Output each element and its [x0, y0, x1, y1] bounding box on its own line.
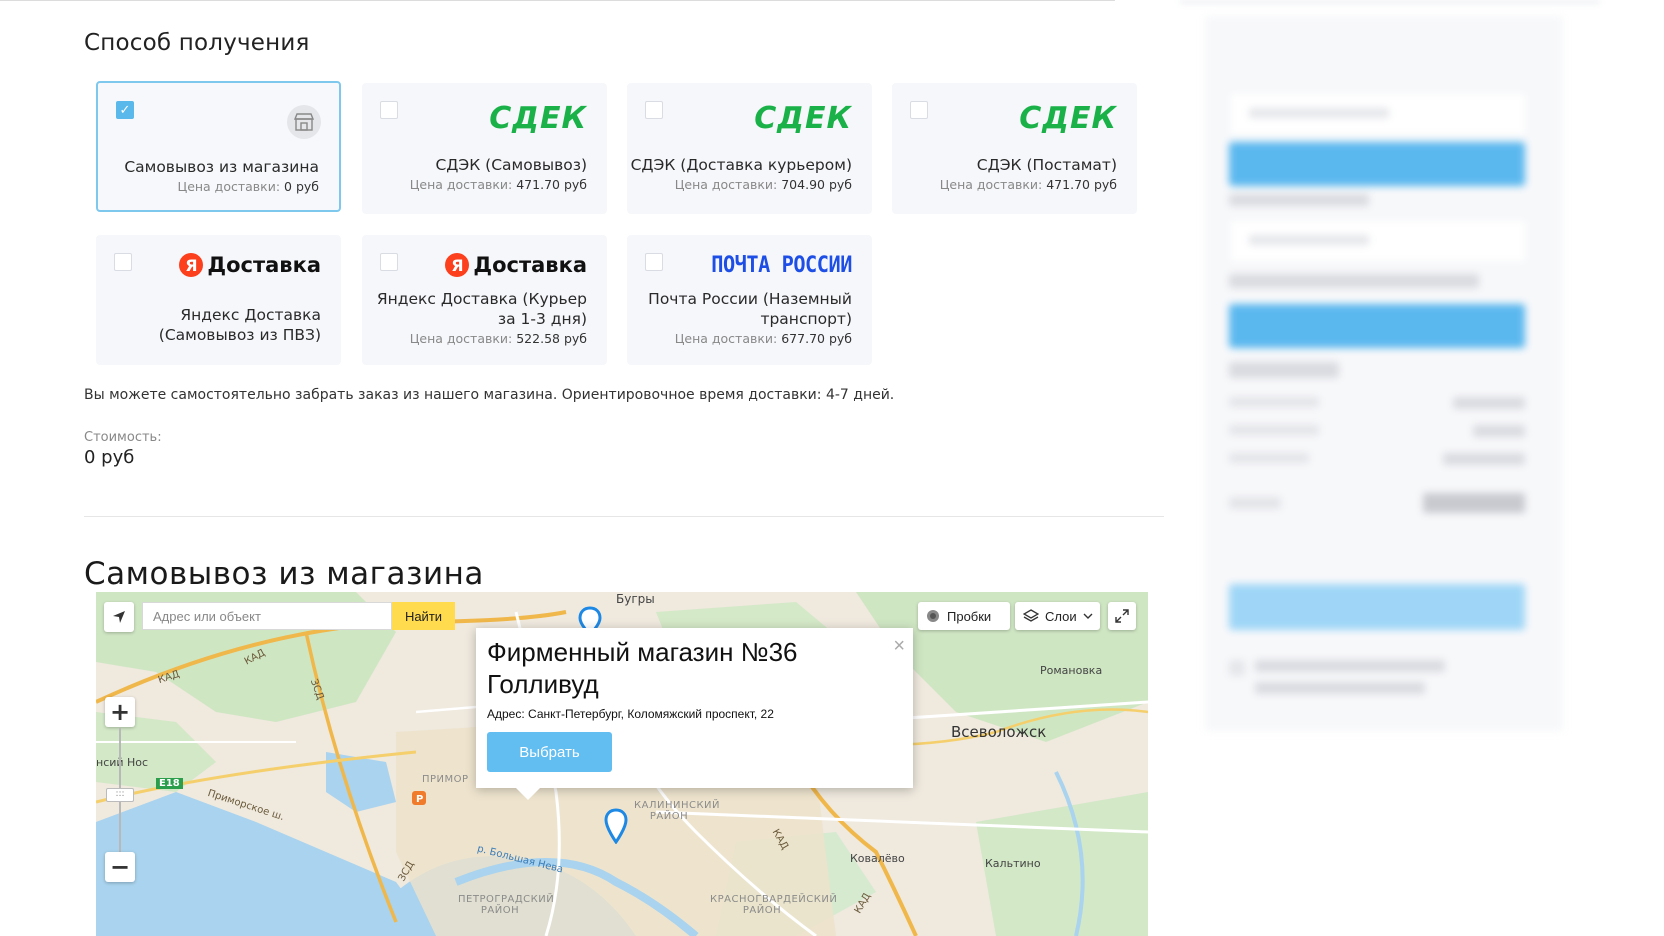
option-title: Яндекс Доставка (Курьер за 1-3 дня): [376, 290, 587, 328]
option-checkbox[interactable]: [380, 253, 398, 271]
option-title: СДЭК (Доставка курьером): [630, 156, 852, 174]
cost-label: Стоимость:: [84, 430, 162, 445]
option-checkbox[interactable]: [114, 253, 132, 271]
checkout-button: [1229, 584, 1525, 630]
expand-icon: [1115, 609, 1129, 623]
map-label-vsevolozhsk: Всеволожск: [951, 723, 1047, 741]
option-checkbox[interactable]: ✓: [116, 101, 134, 119]
chevron-down-icon: [1083, 613, 1093, 619]
map-label-kaltino: Кальтино: [985, 857, 1041, 870]
option-checkbox[interactable]: [910, 101, 928, 119]
zoom-out-button[interactable]: −: [105, 852, 135, 882]
map-label-e18: E18: [156, 778, 183, 789]
option-checkbox[interactable]: [380, 101, 398, 119]
layers-icon: [1023, 609, 1039, 622]
traffic-icon: [927, 610, 939, 622]
option-price: Цена доставки: 471.70 руб: [939, 177, 1117, 192]
delivery-option-store-pickup[interactable]: ✓ Самовывоз из магазина Цена доставки: 0…: [96, 81, 341, 212]
balloon-title: Фирменный магазин №36 Голливуд: [487, 637, 798, 699]
option-checkbox[interactable]: [645, 101, 663, 119]
option-price: Цена доставки: 677.70 руб: [674, 331, 852, 346]
pochta-logo: ПОЧТА РОССИИ: [711, 253, 852, 278]
map-label-district: КАЛИНИНСКИЙ РАЙОН: [634, 800, 721, 822]
option-price: Цена доставки: 522.58 руб: [409, 331, 587, 346]
traffic-button[interactable]: Пробки: [918, 602, 1010, 630]
option-checkbox[interactable]: [645, 253, 663, 271]
choose-store-button[interactable]: Выбрать: [487, 732, 612, 772]
layers-button[interactable]: Слои: [1015, 602, 1100, 630]
cost-value: 0 руб: [84, 447, 135, 468]
balloon-address: Адрес: Санкт-Петербург, Коломяжский прос…: [487, 707, 774, 721]
svg-text:P: P: [416, 794, 423, 805]
map-label-district: КРАСНОГВАРДЕЙСКИЙ РАЙОН: [710, 894, 838, 916]
sidebar-top-border: [1180, 0, 1600, 4]
yandex-delivery-logo: Я Доставка: [179, 253, 321, 277]
map-label-district: ПРИМОР: [422, 774, 469, 785]
delivery-option-cdek-courier[interactable]: СДЕК СДЭК (Доставка курьером) Цена доста…: [627, 83, 872, 214]
delivery-option-cdek-postamat[interactable]: СДЕК СДЭК (Постамат) Цена доставки: 471.…: [892, 83, 1137, 214]
fullscreen-button[interactable]: [1108, 602, 1136, 630]
map-label-bugry: Бугры: [616, 592, 655, 606]
delivery-option-cdek-pickup[interactable]: СДЕК СДЭК (Самовывоз) Цена доставки: 471…: [362, 83, 607, 214]
cdek-logo: СДЕК: [489, 101, 587, 136]
promo-apply-button: [1229, 142, 1525, 186]
option-title: СДЭК (Постамат): [976, 156, 1117, 174]
yandex-icon: Я: [445, 253, 470, 277]
zoom-in-button[interactable]: +: [105, 697, 135, 727]
option-price: Цена доставки: 0 руб: [177, 179, 319, 194]
geolocation-button[interactable]: [104, 602, 134, 632]
store-balloon: Фирменный магазин №36 Голливуд × Адрес: …: [476, 628, 913, 800]
locate-arrow-icon: [113, 611, 125, 623]
yandex-icon: Я: [179, 253, 204, 277]
map-label-romanovka: Романовка: [1040, 664, 1103, 677]
pickup-heading: Самовывоз из магазина: [84, 556, 484, 592]
option-title: СДЭК (Самовывоз): [435, 156, 587, 174]
top-divider: [0, 0, 1115, 1]
option-price: Цена доставки: 704.90 руб: [674, 177, 852, 192]
option-title: Яндекс Доставка (Самовывоз из ПВЗ): [158, 306, 321, 344]
store-icon: [287, 105, 321, 139]
option-title: Почта России (Наземный транспорт): [648, 290, 852, 328]
delivery-note: Вы можете самостоятельно забрать заказ и…: [84, 387, 895, 403]
cdek-logo: СДЕК: [754, 101, 852, 136]
delivery-option-pochta[interactable]: ПОЧТА РОССИИ Почта России (Наземный тран…: [627, 235, 872, 365]
delivery-heading: Способ получения: [84, 30, 310, 56]
parking-icon: P: [412, 791, 426, 805]
pickup-map[interactable]: Бугры Романовка Всеволожск Ковалёво Каль…: [96, 592, 1148, 936]
section-divider: [84, 516, 1164, 517]
order-summary-sidebar: [1205, 16, 1563, 731]
map-label-district: ПЕТРОГРАДСКИЙ РАЙОН: [458, 894, 555, 916]
map-find-button[interactable]: Найти: [392, 602, 455, 630]
map-label-kovalevo: Ковалёво: [850, 852, 905, 865]
map-search-input[interactable]: [142, 602, 392, 630]
zoom-slider-handle[interactable]: :::: [106, 788, 134, 802]
map-label-nos: нсий Нос: [96, 756, 149, 769]
store-pin-icon[interactable]: [604, 808, 628, 844]
delivery-option-yandex-courier[interactable]: Я Доставка Яндекс Доставка (Курьер за 1-…: [362, 235, 607, 365]
option-title: Самовывоз из магазина: [124, 158, 319, 176]
delivery-option-yandex-pvz[interactable]: Я Доставка Яндекс Доставка (Самовывоз из…: [96, 235, 341, 365]
cdek-logo: СДЕК: [1019, 101, 1117, 136]
option-price: Цена доставки: 471.70 руб: [409, 177, 587, 192]
bonus-apply-button: [1229, 304, 1525, 348]
yandex-delivery-logo: Я Доставка: [445, 253, 587, 277]
close-icon[interactable]: ×: [893, 636, 905, 656]
